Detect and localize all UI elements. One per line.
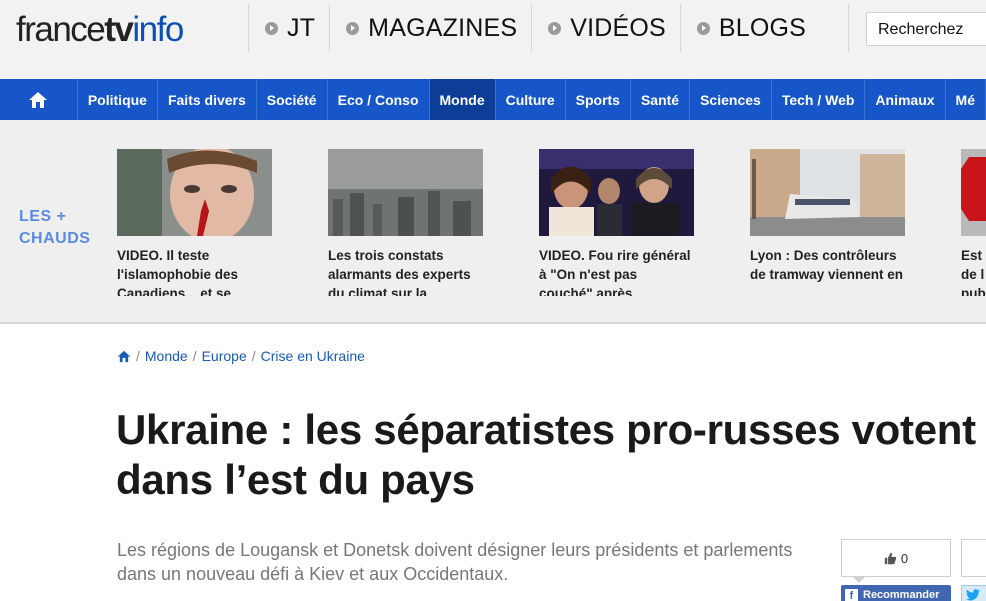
trending-label: LES + CHAUDS (19, 206, 90, 250)
breadcrumb: / Monde / Europe / Crise en Ukraine (117, 348, 365, 364)
facebook-icon: f (845, 588, 858, 601)
facebook-recommend-button[interactable]: f Recommander (841, 585, 951, 601)
article-headline: Ukraine : les séparatistes pro-russes vo… (116, 406, 976, 503)
thumbs-up-icon (884, 552, 897, 564)
card-title: Lyon : Des contrôleurs de tramway vienne… (750, 248, 904, 282)
breadcrumb-separator: / (192, 348, 197, 364)
play-icon (696, 21, 710, 35)
topnav-magazines[interactable]: MAGAZINES (329, 4, 531, 52)
nav-monde[interactable]: Monde (429, 79, 496, 120)
divider (848, 4, 849, 52)
nav-societe[interactable]: Société (257, 79, 328, 120)
topnav-jt[interactable]: JT (248, 4, 329, 52)
card-thumbnail (539, 149, 694, 236)
nav-politique[interactable]: Politique (78, 79, 158, 120)
card-title: Est de l pub (961, 248, 986, 296)
topnav-label: JT (287, 13, 316, 42)
breadcrumb-link-europe[interactable]: Europe (202, 348, 247, 364)
breadcrumb-link-crise-ukraine[interactable]: Crise en Ukraine (261, 348, 365, 364)
nav-animaux[interactable]: Animaux (865, 79, 946, 120)
nav-tech-web[interactable]: Tech / Web (772, 79, 866, 120)
logo-text-france: france (16, 10, 106, 49)
nav-culture[interactable]: Culture (496, 79, 566, 120)
nav-faits-divers[interactable]: Faits divers (158, 79, 257, 120)
top-bar: francetvinfo JT MAGAZINES VIDÉOS BLOGS R… (0, 0, 986, 79)
play-icon (346, 21, 360, 35)
trending-label-line: LES + (19, 208, 67, 225)
play-icon (548, 21, 562, 35)
breadcrumb-link-monde[interactable]: Monde (145, 348, 188, 364)
search-placeholder: Recherchez (878, 21, 964, 38)
home-icon (29, 91, 48, 108)
card-thumbnail (961, 149, 986, 236)
topnav-label: MAGAZINES (368, 13, 518, 42)
topnav-label: VIDÉOS (570, 13, 666, 42)
breadcrumb-separator: / (251, 348, 256, 364)
main-nav: Politique Faits divers Société Eco / Con… (0, 79, 986, 120)
trending-card[interactable]: VIDEO. Il teste l'islamophobie des Canad… (117, 149, 272, 296)
trending-card[interactable]: Est de l pub (961, 149, 986, 296)
trending-card[interactable]: Les trois constats alarmants des experts… (328, 149, 483, 296)
card-thumbnail (117, 149, 272, 236)
nav-sports[interactable]: Sports (566, 79, 631, 120)
card-title: VIDEO. Fou rire général à "On n'est pas … (539, 248, 691, 296)
card-thumbnail (750, 149, 905, 236)
top-nav: JT MAGAZINES VIDÉOS BLOGS (248, 4, 820, 52)
twitter-share-button[interactable] (961, 585, 986, 601)
card-thumbnail (328, 149, 483, 236)
card-title: VIDEO. Il teste l'islamophobie des Canad… (117, 248, 238, 296)
logo-text-info: info (132, 10, 184, 49)
nav-sciences[interactable]: Sciences (690, 79, 772, 120)
twitter-icon (966, 589, 980, 601)
nav-media[interactable]: Mé (946, 79, 986, 120)
logo-text-tv: tv (104, 10, 134, 49)
recommend-label: Recommander (863, 589, 940, 601)
topnav-videos[interactable]: VIDÉOS (531, 4, 680, 52)
card-title: Les trois constats alarmants des experts… (328, 248, 471, 296)
trending-card[interactable]: Lyon : Des contrôleurs de tramway vienne… (750, 149, 905, 296)
like-count: 0 (900, 550, 909, 566)
share-count-box (961, 539, 986, 577)
search-input[interactable]: Recherchez (866, 12, 986, 46)
topnav-blogs[interactable]: BLOGS (679, 4, 820, 52)
trending-strip: LES + CHAUDS VIDEO. Il teste l'islamopho… (0, 120, 986, 324)
nav-sante[interactable]: Santé (631, 79, 691, 120)
like-count-box: 0 (841, 539, 951, 583)
trending-card[interactable]: VIDEO. Fou rire général à "On n'est pas … (539, 149, 694, 296)
nav-eco-conso[interactable]: Eco / Conso (328, 79, 430, 120)
trending-label-line: CHAUDS (19, 230, 91, 247)
breadcrumb-separator: / (136, 348, 140, 364)
home-button[interactable] (0, 79, 78, 120)
play-icon (265, 21, 278, 35)
topnav-label: BLOGS (718, 13, 807, 42)
home-icon[interactable] (117, 350, 131, 363)
site-logo[interactable]: francetvinfo (16, 10, 184, 50)
article-lede: Les régions de Lougansk et Donetsk doive… (117, 540, 793, 584)
